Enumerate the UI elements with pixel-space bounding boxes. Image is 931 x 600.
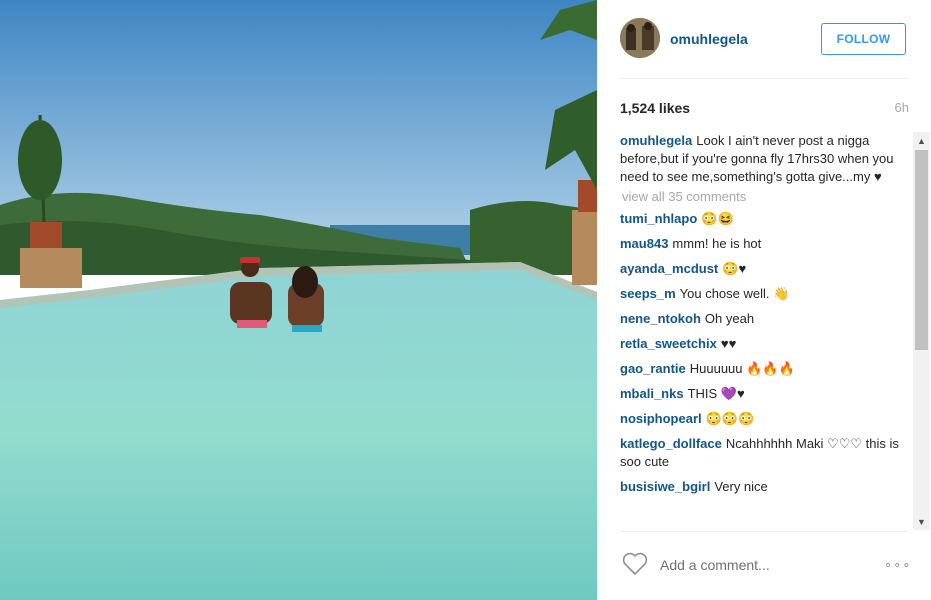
- comment-row: busisiwe_bgirl Very nice: [620, 478, 908, 496]
- comment-username[interactable]: tumi_nhlapo: [620, 211, 697, 226]
- comment-username[interactable]: gao_rantie: [620, 361, 686, 376]
- follow-button[interactable]: FOLLOW: [821, 23, 906, 55]
- comment-username[interactable]: nene_ntokoh: [620, 311, 701, 326]
- comment-row: katlego_dollface Ncahhhhhh Maki ♡♡♡ this …: [620, 435, 908, 471]
- comment-row: retla_sweetchix ♥♥: [620, 335, 908, 353]
- ellipsis-icon[interactable]: ∘∘∘: [884, 557, 911, 573]
- comments-scrollbar[interactable]: ▲ ▼: [913, 132, 930, 530]
- heart-outline-icon[interactable]: [622, 552, 648, 576]
- comment-text: 😳😆: [701, 211, 734, 226]
- comment-row: tumi_nhlapo 😳😆: [620, 210, 908, 228]
- comments-list: omuhlegela Look I ain't never post a nigg…: [620, 132, 908, 530]
- comment-username[interactable]: ayanda_mcdust: [620, 261, 718, 276]
- comment-row: seeps_m You chose well. 👋: [620, 285, 908, 303]
- comment-text: 😳♥: [722, 261, 747, 276]
- comment-username[interactable]: busisiwe_bgirl: [620, 479, 710, 494]
- add-comment-input[interactable]: Add a comment...: [660, 557, 770, 573]
- comment-username[interactable]: retla_sweetchix: [620, 336, 717, 351]
- avatar[interactable]: [620, 18, 660, 58]
- caption: omuhlegela Look I ain't never post a nigg…: [620, 132, 908, 186]
- comment-text: ♥♥: [720, 336, 737, 351]
- comment-username[interactable]: nosiphopearl: [620, 411, 702, 426]
- post-header: omuhlegela FOLLOW: [598, 0, 931, 78]
- post-photo[interactable]: [0, 0, 597, 600]
- comment-row: mau843 mmm! he is hot: [620, 235, 908, 253]
- comment-text: THIS 💜♥: [687, 386, 745, 401]
- arrow-down-icon[interactable]: ▼: [913, 513, 930, 530]
- likes-count[interactable]: 1,524 likes: [620, 100, 690, 116]
- comment-row: nosiphopearl 😳😳😳: [620, 410, 908, 428]
- comment-username[interactable]: katlego_dollface: [620, 436, 722, 451]
- comment-text: Very nice: [714, 479, 768, 494]
- comment-row: gao_rantie Huuuuuu 🔥🔥🔥: [620, 360, 908, 378]
- comment-row: nene_ntokoh Oh yeah: [620, 310, 908, 328]
- comment-text: Oh yeah: [704, 311, 755, 326]
- post-sidebar: omuhlegela FOLLOW 1,524 likes 6h omuhleg…: [598, 0, 931, 600]
- divider: [620, 78, 908, 79]
- comment-row: mbali_nks THIS 💜♥: [620, 385, 908, 403]
- comment-username[interactable]: mau843: [620, 236, 668, 251]
- arrow-up-icon[interactable]: ▲: [913, 132, 930, 149]
- comment-row: ayanda_mcdust 😳♥: [620, 260, 908, 278]
- scrollbar-thumb[interactable]: [915, 150, 928, 350]
- comment-text: mmm! he is hot: [672, 236, 762, 251]
- view-all-comments-link[interactable]: view all 35 comments: [622, 189, 908, 204]
- comment-username[interactable]: mbali_nks: [620, 386, 684, 401]
- comment-text: Huuuuuu 🔥🔥🔥: [689, 361, 795, 376]
- caption-username[interactable]: omuhlegela: [620, 133, 692, 148]
- divider: [620, 531, 908, 532]
- comment-text: 😳😳😳: [705, 411, 755, 426]
- comment-username[interactable]: seeps_m: [620, 286, 676, 301]
- post-time[interactable]: 6h: [895, 100, 909, 115]
- post-username[interactable]: omuhlegela: [670, 31, 748, 47]
- comment-text: You chose well. 👋: [679, 286, 790, 301]
